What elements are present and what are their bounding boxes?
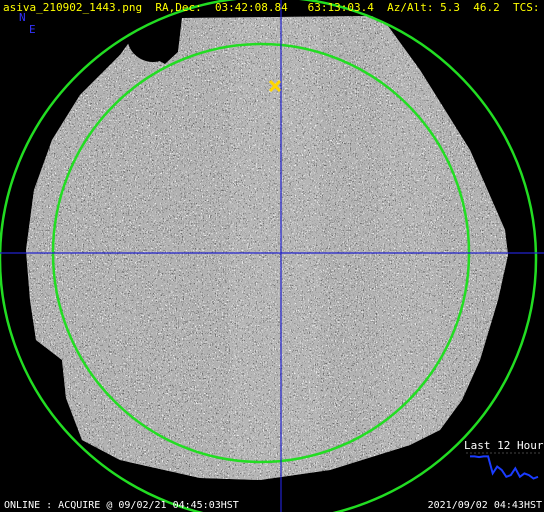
- dec-value: 63:13:03.4: [307, 1, 374, 14]
- az-value: 5.3: [440, 1, 461, 14]
- sky-image: [0, 0, 544, 512]
- allsky-camera-view: asiva_210902_1443.png RA,Dec: 03:42:08.8…: [0, 0, 544, 512]
- compass-east: E: [29, 23, 36, 36]
- status-right: 2021/09/02 04:43HST: [427, 500, 542, 511]
- azalt-label: Az/Alt:: [387, 1, 434, 14]
- compass-north: N: [19, 11, 26, 24]
- status-left: ONLINE : ACQUIRE @ 09/02/21 04:45:03HST: [4, 500, 239, 511]
- history-line: [470, 455, 539, 480]
- tcs-label: TCS:: [513, 1, 540, 14]
- alt-value: 46.2: [473, 1, 500, 14]
- radec-label: RA,Dec:: [155, 1, 202, 14]
- header-bar: asiva_210902_1443.png RA,Dec: 03:42:08.8…: [3, 2, 544, 14]
- history-sparkline: [466, 452, 542, 480]
- occluder: [127, 10, 179, 62]
- ra-value: 03:42:08.84: [214, 1, 288, 14]
- sky-frame: [26, 16, 508, 480]
